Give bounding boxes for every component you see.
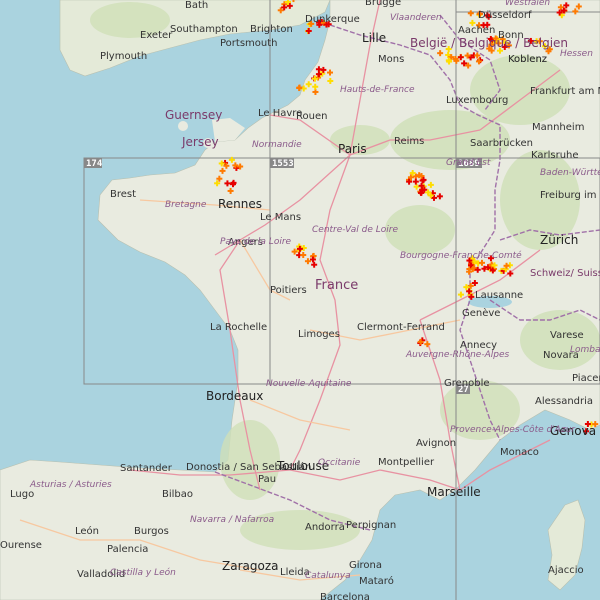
- country-guernsey: Guernsey: [165, 108, 222, 122]
- region-navarra: Navarra / Nafarroa: [190, 515, 274, 525]
- city-label-karlsruhe: Karlsruhe: [531, 150, 579, 161]
- grid-label-174: 174: [86, 159, 103, 169]
- city-label-gen-ve: Genève: [462, 307, 500, 319]
- city-label-brugge: Brugge: [365, 0, 401, 8]
- city-label-ajaccio: Ajaccio: [548, 565, 584, 576]
- city-label-luxembourg: Luxembourg: [446, 95, 508, 106]
- region-nouvelle-aquitaine: Nouvelle-Aquitaine: [266, 379, 352, 389]
- landmass-guernsey: [178, 121, 188, 131]
- city-label-z-rich: Zürich: [540, 233, 578, 247]
- city-label-lugo: Lugo: [10, 489, 34, 500]
- map-canvas[interactable]: 174 1553 1689 27 BathBrightonDunkerqueBr…: [0, 0, 600, 600]
- city-label-avignon: Avignon: [416, 438, 456, 449]
- city-label-aachen: Aachen: [458, 25, 495, 36]
- region-castilla-y-leon: Castilla y León: [110, 567, 176, 578]
- country-jersey: Jersey: [181, 135, 219, 149]
- region-normandie: Normandie: [252, 140, 302, 150]
- city-label-montpellier: Montpellier: [378, 457, 435, 468]
- region-grand-est: Grand Est: [446, 158, 491, 168]
- region-hauts-de-france: Hauts-de-France: [340, 85, 415, 95]
- region-occitanie: Occitanie: [318, 458, 361, 468]
- city-label-dunkerque: Dunkerque: [305, 14, 360, 25]
- city-label-barcelona: Barcelona: [320, 592, 370, 600]
- region-bourgogne-franche-comte: Bourgogne-Franche-Comté: [400, 250, 522, 261]
- city-label-lille: Lille: [362, 31, 386, 45]
- city-label-palencia: Palencia: [107, 544, 148, 555]
- region-westfalen: Westfalen: [505, 0, 550, 8]
- city-label-poitiers: Poitiers: [270, 285, 307, 296]
- region-catalunya: Catalunya: [305, 571, 351, 581]
- city-label-le-n: León: [75, 525, 99, 537]
- region-baden-wuerttemberg: Baden-Württemberg: [540, 168, 600, 178]
- city-label-girona: Girona: [349, 560, 382, 571]
- city-label-bordeaux: Bordeaux: [206, 389, 263, 403]
- city-label-brest: Brest: [110, 189, 136, 200]
- city-label-zaragoza: Zaragoza: [222, 559, 278, 573]
- city-label-ourense: Ourense: [0, 540, 42, 551]
- region-pays-de-la-loire: Pays de la Loire: [220, 237, 292, 247]
- country-belgium: België / Belgique / Belgien: [410, 36, 568, 50]
- city-label-monaco: Monaco: [500, 447, 539, 458]
- region-centre-val-de-loire: Centre-Val de Loire: [312, 225, 398, 235]
- city-label-bath: Bath: [185, 0, 208, 11]
- city-label-paris: Paris: [338, 142, 367, 156]
- city-label-mons: Mons: [378, 54, 404, 65]
- city-label-portsmouth: Portsmouth: [220, 38, 278, 49]
- city-label-santander: Santander: [120, 463, 173, 474]
- country-switzerland: Schweiz/ Suisse/Svizzera/ Svizra: [530, 268, 600, 279]
- city-label-koblenz: Koblenz: [508, 54, 547, 65]
- city-label-southampton: Southampton: [170, 24, 238, 35]
- city-label-exeter: Exeter: [140, 30, 173, 41]
- city-label-plymouth: Plymouth: [100, 51, 147, 62]
- city-label-freiburg-im-breisgau: Freiburg im Breisgau: [540, 190, 600, 201]
- city-label-le-mans: Le Mans: [260, 212, 301, 223]
- city-label-mannheim: Mannheim: [532, 122, 584, 133]
- city-label-bilbao: Bilbao: [162, 489, 193, 500]
- city-label-saarbr-cken: Saarbrücken: [470, 138, 533, 149]
- city-label-frankfurt-am-main: Frankfurt am Main: [530, 86, 600, 97]
- region-auvergne-rhone-alpes: Auvergne-Rhône-Alpes: [405, 349, 509, 360]
- city-label-rouen: Rouen: [296, 111, 327, 122]
- country-france: France: [315, 278, 358, 293]
- city-label-rennes: Rennes: [218, 197, 262, 211]
- city-label-varese: Varese: [550, 330, 584, 341]
- city-label-la-rochelle: La Rochelle: [210, 322, 267, 333]
- region-asturias: Asturias / Asturies: [29, 480, 112, 490]
- city-label-brighton: Brighton: [250, 24, 293, 35]
- region-hessen: Hessen: [560, 49, 593, 59]
- city-label-d-sseldorf: Düsseldorf: [478, 10, 532, 21]
- city-label-andorra: Andorra: [305, 522, 345, 533]
- city-label-alessandria: Alessandria: [535, 396, 593, 407]
- city-label-grenoble: Grenoble: [444, 378, 490, 389]
- region-lombardia: Lombardia: [570, 345, 600, 355]
- city-label-clermont-ferrand: Clermont-Ferrand: [357, 322, 445, 333]
- city-label-limoges: Limoges: [298, 329, 340, 340]
- region-bretagne: Bretagne: [165, 200, 207, 210]
- city-label-pau: Pau: [258, 474, 276, 485]
- city-label-marseille: Marseille: [427, 485, 481, 499]
- region-vlaanderen: Vlaanderen: [390, 13, 442, 23]
- city-label-matar-: Mataró: [359, 575, 394, 587]
- grid-label-1553: 1553: [272, 159, 294, 169]
- region-provence-alpes-cote-dazur: Provence-Alpes-Côte d'Azur: [450, 424, 576, 435]
- city-label-perpignan: Perpignan: [346, 520, 396, 531]
- city-label-piacenza: Piacenza: [572, 373, 600, 384]
- city-label-lausanne: Lausanne: [475, 290, 523, 301]
- city-label-burgos: Burgos: [134, 526, 169, 537]
- city-label-reims: Reims: [394, 136, 424, 147]
